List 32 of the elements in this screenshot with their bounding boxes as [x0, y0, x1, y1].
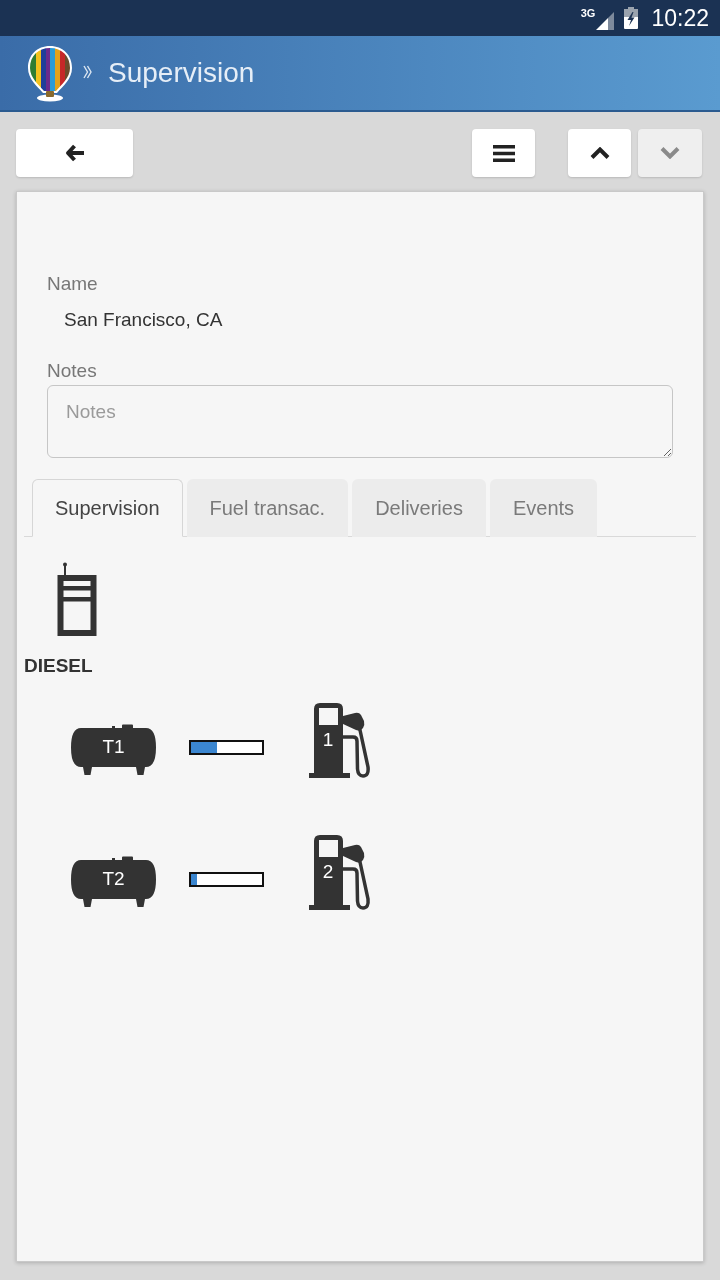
back-arrow-icon [64, 144, 85, 162]
network-type: 3G [580, 7, 596, 19]
fuel-pump-icon [309, 703, 371, 778]
pump-number: 1 [322, 729, 334, 751]
chevron-up-icon [589, 147, 610, 159]
tank-label: T1 [102, 736, 125, 758]
double-chevron-icon [83, 65, 92, 79]
menu-icon [492, 144, 515, 162]
name-label: Name [47, 272, 99, 296]
cabinet-antenna-icon [55, 562, 97, 636]
pump-number: 2 [322, 861, 334, 883]
notes-label: Notes [47, 359, 98, 383]
back-button[interactable] [16, 129, 133, 177]
notes-field[interactable]: Notes [47, 385, 673, 458]
name-value: San Francisco, CA [63, 308, 224, 332]
battery-charging-icon [624, 7, 639, 29]
tank-icon [71, 724, 156, 775]
tab[interactable]: Deliveries [352, 479, 486, 537]
tab[interactable]: Events [489, 479, 598, 537]
menu-button[interactable] [472, 129, 535, 177]
previous-button[interactable] [568, 129, 631, 177]
tab[interactable]: Supervision [32, 479, 183, 537]
page-title: Supervision [108, 57, 255, 89]
tab[interactable]: Fuel transac. [186, 479, 349, 537]
product-label: DIESEL [24, 654, 94, 678]
fuel-pump-icon [309, 835, 371, 910]
status-time: 10:22 [651, 5, 709, 31]
chevron-down-icon [660, 147, 680, 159]
signal-icon [596, 10, 615, 30]
tank-label: T2 [102, 868, 125, 890]
balloon-logo-icon[interactable] [25, 44, 75, 102]
tank-icon [71, 856, 156, 907]
